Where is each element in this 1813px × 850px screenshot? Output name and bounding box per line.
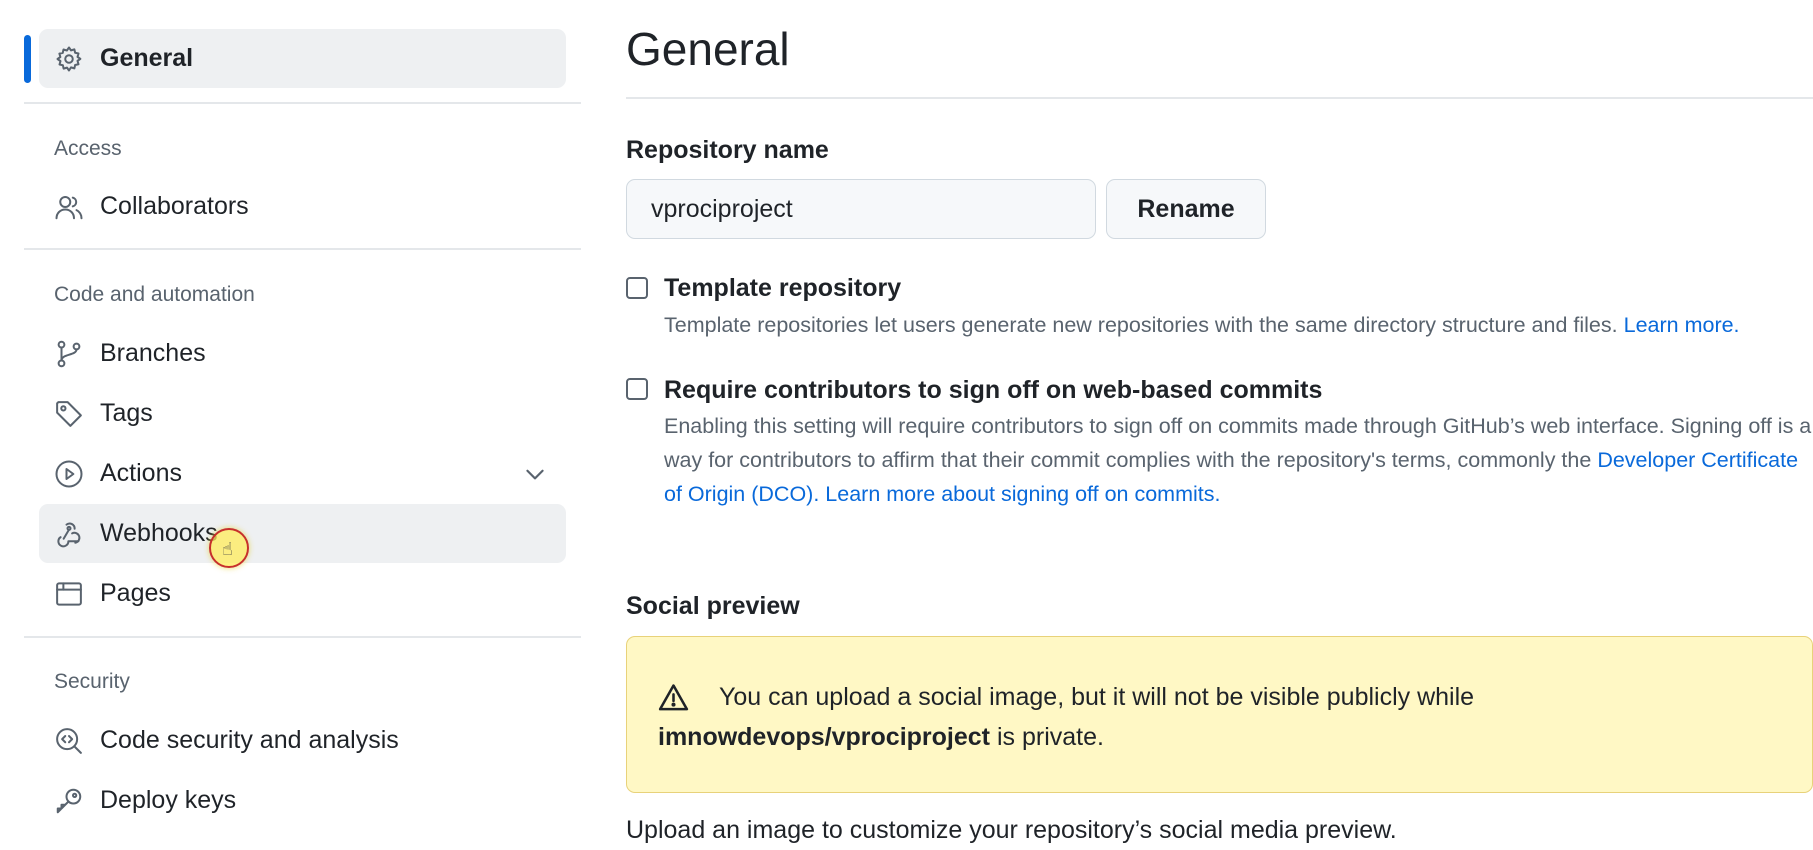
sidebar-item-label: Pages [100,579,171,607]
sidebar-item-actions[interactable]: Actions [39,444,566,503]
template-repository-checkbox[interactable] [626,277,648,299]
play-icon [54,459,84,489]
sidebar-item-pages[interactable]: Pages [39,564,566,623]
sidebar-item-label: Deploy keys [100,786,237,814]
codescan-icon [54,726,84,756]
chevron-down-icon[interactable] [522,461,548,487]
sidebar-divider [24,636,581,638]
template-repository-description: Template repositories let users generate… [664,308,1813,342]
sidebar-item-label: Tags [100,399,153,427]
people-icon [54,192,84,222]
sidebar-item-label: Code security and analysis [100,726,399,754]
sidebar-item-tags[interactable]: Tags [39,384,566,443]
title-divider [626,97,1813,99]
key-icon [54,786,84,816]
signoff-learn-more-link[interactable]: Learn more about signing off on commits. [825,482,1220,506]
settings-sidebar: General Access Collaborators Code and au… [0,0,590,850]
sidebar-item-label: Webhooks [100,519,218,547]
rename-button[interactable]: Rename [1106,179,1266,239]
sidebar-divider [24,248,581,250]
sidebar-item-label: Branches [100,339,206,367]
gear-icon [54,44,84,74]
tag-icon [54,399,84,429]
browser-icon [54,579,84,609]
require-signoff-checkbox[interactable] [626,378,648,400]
section-heading-code-automation: Code and automation [54,283,255,306]
alert-icon [658,683,689,711]
repository-name-label: Repository name [626,136,829,164]
sidebar-item-label: General [100,44,194,72]
sidebar-item-label: Collaborators [100,192,249,220]
notice-suffix: is private. [990,723,1104,751]
active-indicator [24,35,31,83]
template-repository-title: Template repository [664,274,902,302]
sidebar-item-branches[interactable]: Branches [39,324,566,383]
social-preview-heading: Social preview [626,592,800,620]
repository-name-input[interactable] [626,179,1096,239]
notice-text-line1: You can upload a social image, but it wi… [719,683,1475,711]
git-branch-icon [54,339,84,369]
section-heading-access: Access [54,137,122,160]
notice-repo-name: imnowdevops/vprociproject [658,723,991,751]
upload-instructions: Upload an image to customize your reposi… [626,816,1397,844]
sidebar-item-label: Actions [100,459,182,487]
settings-main: General Repository name Rename Template … [626,0,1813,850]
notice-text-line2: imnowdevops/vprociproject is private. [658,723,1104,752]
sidebar-item-deploy-keys[interactable]: Deploy keys [39,771,566,830]
require-signoff-description: Enabling this setting will require contr… [664,409,1813,511]
learn-more-link[interactable]: Learn more. [1624,313,1740,337]
sidebar-item-webhooks[interactable]: Webhooks [39,504,566,563]
social-preview-notice: You can upload a social image, but it wi… [626,636,1813,793]
webhook-icon [54,519,84,549]
require-signoff-title: Require contributors to sign off on web-… [664,376,1323,404]
sidebar-divider [24,102,581,104]
section-heading-security: Security [54,670,130,693]
template-repository-desc-text: Template repositories let users generate… [664,313,1618,337]
page-title: General [626,23,790,75]
sidebar-item-collaborators[interactable]: Collaborators [39,177,566,236]
sidebar-item-general[interactable]: General [39,29,566,88]
sidebar-item-code-security[interactable]: Code security and analysis [39,711,566,770]
hand-cursor-icon: ☝ [222,539,233,559]
